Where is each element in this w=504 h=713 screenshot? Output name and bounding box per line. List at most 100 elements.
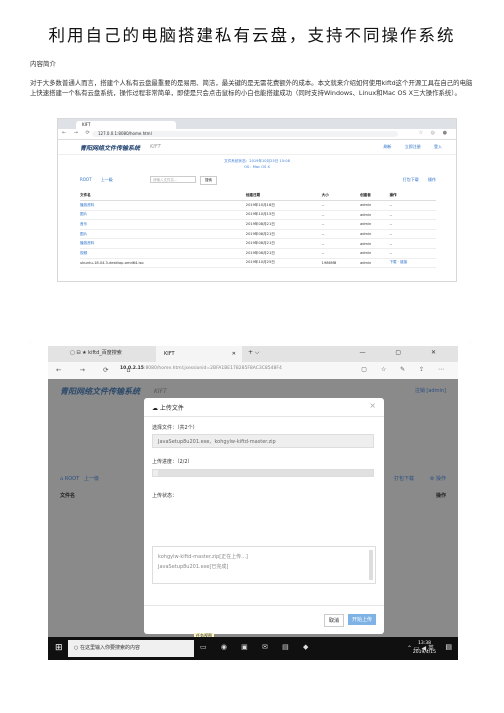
app-title: 青阳网络文件传输系统 — [80, 145, 141, 152]
ops-button[interactable]: ⚙ 操作 — [430, 475, 446, 482]
file-size: -- — [321, 219, 361, 230]
taskbar-search[interactable]: ○ 在这里输入你要搜索的内容 — [68, 640, 194, 657]
app-title: 青阳网络文件传输系统 — [60, 387, 140, 396]
file-ops: -- — [389, 238, 436, 249]
file-date: 2019年10月15日 — [245, 210, 322, 221]
upload-modal: ☁ 上传文件 × 选择文件：（共2个） JavaSetup8u201.exe、k… — [144, 398, 384, 634]
download-button[interactable]: 打包下载 — [403, 177, 419, 182]
modal-header: ☁ 上传文件 × — [144, 398, 384, 417]
section-heading: 内容简介 — [30, 60, 56, 68]
table-row[interactable]: 图片 2019年10月15日 -- admin -- — [80, 210, 436, 221]
search-input[interactable]: 请输入文件名... — [150, 176, 196, 183]
file-creator: admin — [360, 229, 390, 240]
cancel-button[interactable]: 取消 — [323, 614, 344, 627]
column-header: 文件名 — [60, 493, 76, 499]
search-button[interactable]: 搜索 — [200, 176, 217, 185]
status-line: kohgylw-kiftd-master.zip[正在上传...] — [158, 554, 248, 560]
file-date: 2019年08月21日 — [245, 238, 322, 249]
file-size: -- — [321, 200, 361, 211]
file-name[interactable]: 图片 — [80, 210, 246, 221]
table-row[interactable]: ubuntu-18.04.3-desktop-amd64.iso 2019年10月… — [80, 258, 436, 269]
table-row[interactable]: 视频 2019年08月21日 -- admin -- — [80, 248, 436, 259]
browser-tab-active[interactable]: KIFT ✕ — [156, 346, 242, 362]
page-mark: · — [470, 340, 472, 345]
progress-bar — [152, 469, 374, 477]
table-row[interactable]: 播放资料 2019年10月16日 -- admin -- — [80, 200, 436, 211]
file-ops: -- — [389, 248, 436, 259]
app-header: 青阳网络文件传输系统 KIFT 刷新 立即注册 登入 — [58, 140, 456, 155]
folder-nav: ROOT 上一级 — [80, 177, 121, 183]
app-version: KIFT — [154, 388, 167, 395]
new-tab-icon[interactable]: + ⌵ — [248, 349, 259, 357]
page-mark: · — [30, 340, 32, 345]
close-tab-icon[interactable]: ✕ — [232, 346, 236, 362]
file-name[interactable]: 音乐 — [80, 219, 246, 230]
file-creator: admin — [360, 258, 390, 269]
file-date: 2019年08月21日 — [245, 229, 322, 240]
refresh-link[interactable]: 刷新 — [383, 144, 391, 149]
taskbar-clock[interactable]: 13:38 2019/4/15 — [413, 639, 436, 657]
start-upload-button[interactable]: 开始上传 — [347, 614, 376, 625]
modal-title: ☁ 上传文件 — [152, 405, 184, 412]
login-link[interactable]: 登入 — [434, 144, 442, 149]
screenshot-kift-home: KIFT ← → ⟳ 127.0.0.1:8080/home.html ☆ ◎ … — [57, 118, 457, 282]
column-header: 文件名 — [80, 191, 246, 201]
url-field[interactable]: 127.0.0.1:8080/home.html — [92, 131, 398, 137]
notification-icon[interactable]: ▤ — [445, 643, 452, 651]
window-controls[interactable]: — ▢ ✕ — [359, 349, 450, 356]
file-name[interactable]: 视频 — [80, 248, 246, 259]
status-line: JavaSetup8u201.exe[已完成] — [158, 564, 229, 570]
file-creator: admin — [360, 248, 390, 259]
file-size: -- — [321, 229, 361, 240]
file-date: 2019年08月21日 — [245, 248, 322, 259]
screenshot-upload-dialog: ▢ ⊟ ★ kiftd_百度搜索 KIFT ✕ + ⌵ — ▢ ✕ ← → ⟳ ⌂… — [48, 346, 458, 660]
windows-start-icon[interactable]: ⊞ — [55, 643, 63, 653]
system-info: 文件系统状态：2019年10月25日 15:08 OS：Mac OS X — [58, 158, 456, 170]
scrollbar[interactable] — [369, 550, 373, 580]
browser-tab[interactable]: ▢ ⊟ ★ kiftd_百度搜索 — [70, 349, 122, 356]
browser-toolbar-icons[interactable]: ☆ ◎ ● — [419, 130, 450, 136]
ops-button[interactable]: 操作 — [428, 177, 436, 182]
selected-files-field[interactable]: JavaSetup8u201.exe、kohgylw-kiftd-master.… — [152, 434, 374, 448]
up-button[interactable]: 上一级 — [84, 476, 99, 482]
table-row[interactable]: 播放资料 2019年08月21日 -- admin -- — [80, 238, 436, 249]
up-button[interactable]: 上一级 — [101, 177, 113, 182]
status-label: 上传状态： — [152, 493, 178, 499]
browser-toolbar-icons[interactable]: ▢ ☆ ✎ ⇪ ⋯ — [361, 366, 450, 373]
column-header: 创建者 — [360, 191, 390, 201]
browser-address-bar: ← → ⟳ ⌂ 10.0.2.15:8080/home.html;jsessio… — [48, 362, 458, 380]
file-name[interactable]: 播放资料 — [80, 200, 246, 211]
root-button[interactable]: ROOT — [65, 476, 79, 482]
browser-tab-bar: KIFT — [58, 119, 456, 129]
progress-label: 上传进度：（2/2） — [152, 459, 193, 465]
url-field[interactable]: 10.0.2.15:8080/home.html;jsessionid=2BFA… — [120, 366, 282, 371]
doc-title: 利用自己的电脑搭建私有云盘，支持不同操作系统 — [48, 26, 456, 45]
browser-nav-icons[interactable]: ← → ⟳ — [62, 130, 93, 136]
file-creator: admin — [360, 238, 390, 249]
file-creator: admin — [360, 219, 390, 230]
modal-footer: 取消 开始上传 — [144, 605, 384, 634]
toolbar: ROOT 上一级 请输入文件名... 搜索 打包下载 操作 — [58, 175, 456, 187]
file-size: 1986MB — [321, 258, 361, 269]
taskbar: ⊞ ○ 在这里输入你要搜索的内容 ▭ ◉ ▣ ✉ ▤ ◆ ⌃ ▭ ◀ 英 13:… — [48, 637, 458, 660]
table-row[interactable]: 图片 2019年08月21日 -- admin -- — [80, 229, 436, 240]
logout-link[interactable]: 注销 [admin] — [415, 387, 446, 394]
intro-paragraph: 对于大多数普通人而言，搭建个人私有云盘最重要的是易用、简洁，最关键的是无需花费额… — [30, 79, 473, 97]
file-creator: admin — [360, 210, 390, 221]
close-icon[interactable]: × — [369, 401, 376, 410]
file-ops: -- — [389, 229, 436, 240]
download-button[interactable]: 打包下载 — [394, 475, 414, 482]
file-name[interactable]: ubuntu-18.04.3-desktop-amd64.iso — [80, 258, 246, 269]
file-size: -- — [321, 238, 361, 249]
table-row[interactable]: 音乐 2019年08月21日 -- admin -- — [80, 219, 436, 230]
file-name[interactable]: 图片 — [80, 229, 246, 240]
file-ops[interactable]: 下载 · 链接 — [389, 258, 436, 269]
register-link[interactable]: 立即注册 — [405, 144, 421, 149]
taskbar-apps[interactable]: ▭ ◉ ▣ ✉ ▤ ◆ — [200, 643, 314, 651]
root-button[interactable]: ROOT — [80, 177, 92, 182]
browser-tab[interactable]: KIFT — [76, 121, 176, 129]
file-ops: -- — [389, 219, 436, 230]
status-log[interactable]: kohgylw-kiftd-master.zip[正在上传...] JavaSe… — [152, 546, 376, 584]
file-name[interactable]: 播放资料 — [80, 238, 246, 249]
file-date: 2019年10月25日 — [245, 258, 322, 269]
